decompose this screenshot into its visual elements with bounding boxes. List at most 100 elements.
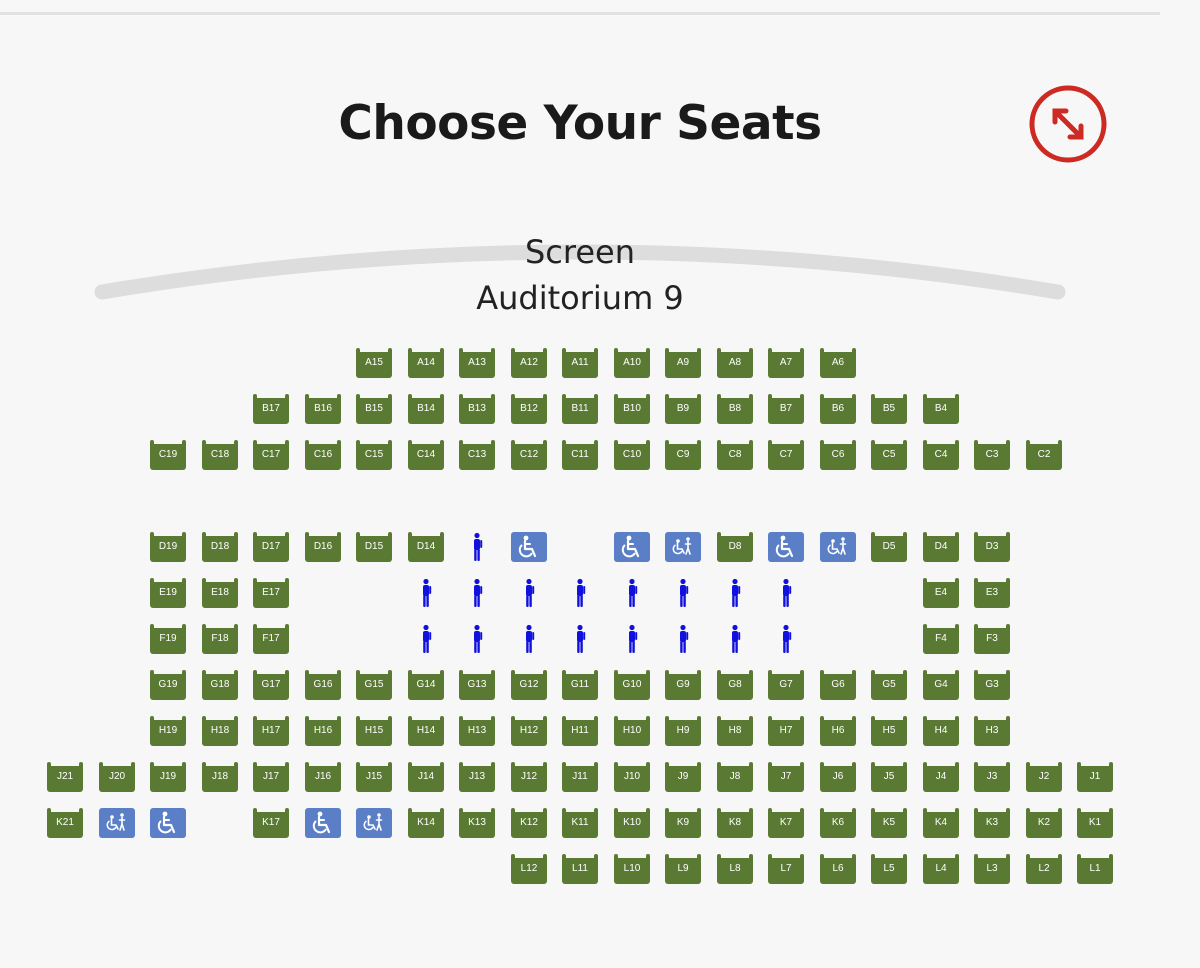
seat-K1[interactable]: K1 — [1077, 808, 1113, 838]
seat-D15[interactable]: D15 — [356, 532, 392, 562]
seat-L6[interactable]: L6 — [820, 854, 856, 884]
seat-J19[interactable]: J19 — [150, 762, 186, 792]
seat-D4[interactable]: D4 — [923, 532, 959, 562]
seat-K3[interactable]: K3 — [974, 808, 1010, 838]
seat-G5[interactable]: G5 — [871, 670, 907, 700]
seat-L2[interactable]: L2 — [1026, 854, 1062, 884]
seat-H14[interactable]: H14 — [408, 716, 444, 746]
seat-J11[interactable]: J11 — [562, 762, 598, 792]
seat-G19[interactable]: G19 — [150, 670, 186, 700]
seat-H6[interactable]: H6 — [820, 716, 856, 746]
seat-J21[interactable]: J21 — [47, 762, 83, 792]
seat-A13[interactable]: A13 — [459, 348, 495, 378]
seat-H7[interactable]: H7 — [768, 716, 804, 746]
seat-J3[interactable]: J3 — [974, 762, 1010, 792]
seat-C13[interactable]: C13 — [459, 440, 495, 470]
seat-J4[interactable]: J4 — [923, 762, 959, 792]
seat-G3[interactable]: G3 — [974, 670, 1010, 700]
seat-A12[interactable]: A12 — [511, 348, 547, 378]
wheelchair-seat-D[interactable] — [614, 532, 650, 562]
seat-C5[interactable]: C5 — [871, 440, 907, 470]
seat-J13[interactable]: J13 — [459, 762, 495, 792]
seat-J12[interactable]: J12 — [511, 762, 547, 792]
seat-H18[interactable]: H18 — [202, 716, 238, 746]
seat-K14[interactable]: K14 — [408, 808, 444, 838]
seat-B14[interactable]: B14 — [408, 394, 444, 424]
seat-J9[interactable]: J9 — [665, 762, 701, 792]
seat-D17[interactable]: D17 — [253, 532, 289, 562]
wheelchair-seat-D[interactable] — [511, 532, 547, 562]
wheelchair-seat-D[interactable] — [768, 532, 804, 562]
seat-C11[interactable]: C11 — [562, 440, 598, 470]
seat-L12[interactable]: L12 — [511, 854, 547, 884]
seat-B16[interactable]: B16 — [305, 394, 341, 424]
seat-K6[interactable]: K6 — [820, 808, 856, 838]
seat-E17[interactable]: E17 — [253, 578, 289, 608]
seat-C19[interactable]: C19 — [150, 440, 186, 470]
seat-B9[interactable]: B9 — [665, 394, 701, 424]
wheelchair-seat-K[interactable] — [150, 808, 186, 838]
seat-G18[interactable]: G18 — [202, 670, 238, 700]
seat-E4[interactable]: E4 — [923, 578, 959, 608]
seat-L7[interactable]: L7 — [768, 854, 804, 884]
seat-J1[interactable]: J1 — [1077, 762, 1113, 792]
seat-J14[interactable]: J14 — [408, 762, 444, 792]
seat-H12[interactable]: H12 — [511, 716, 547, 746]
seat-A7[interactable]: A7 — [768, 348, 804, 378]
seat-L5[interactable]: L5 — [871, 854, 907, 884]
seat-G7[interactable]: G7 — [768, 670, 804, 700]
seat-C4[interactable]: C4 — [923, 440, 959, 470]
seat-F4[interactable]: F4 — [923, 624, 959, 654]
seat-H17[interactable]: H17 — [253, 716, 289, 746]
seat-C2[interactable]: C2 — [1026, 440, 1062, 470]
seat-G15[interactable]: G15 — [356, 670, 392, 700]
seat-G16[interactable]: G16 — [305, 670, 341, 700]
seat-E18[interactable]: E18 — [202, 578, 238, 608]
seat-J8[interactable]: J8 — [717, 762, 753, 792]
companion-seat-K[interactable] — [356, 808, 392, 838]
seat-K8[interactable]: K8 — [717, 808, 753, 838]
seat-C16[interactable]: C16 — [305, 440, 341, 470]
seat-A9[interactable]: A9 — [665, 348, 701, 378]
companion-seat-D[interactable] — [820, 532, 856, 562]
seat-K17[interactable]: K17 — [253, 808, 289, 838]
seat-D8[interactable]: D8 — [717, 532, 753, 562]
seat-J17[interactable]: J17 — [253, 762, 289, 792]
seat-A6[interactable]: A6 — [820, 348, 856, 378]
seat-B5[interactable]: B5 — [871, 394, 907, 424]
seat-A10[interactable]: A10 — [614, 348, 650, 378]
seat-J20[interactable]: J20 — [99, 762, 135, 792]
seat-G6[interactable]: G6 — [820, 670, 856, 700]
seat-G14[interactable]: G14 — [408, 670, 444, 700]
seat-B10[interactable]: B10 — [614, 394, 650, 424]
seat-C15[interactable]: C15 — [356, 440, 392, 470]
seat-D18[interactable]: D18 — [202, 532, 238, 562]
seat-L11[interactable]: L11 — [562, 854, 598, 884]
seat-H13[interactable]: H13 — [459, 716, 495, 746]
seat-B7[interactable]: B7 — [768, 394, 804, 424]
wheelchair-seat-K[interactable] — [305, 808, 341, 838]
seat-C8[interactable]: C8 — [717, 440, 753, 470]
seat-L10[interactable]: L10 — [614, 854, 650, 884]
seat-G8[interactable]: G8 — [717, 670, 753, 700]
seat-A11[interactable]: A11 — [562, 348, 598, 378]
seat-J5[interactable]: J5 — [871, 762, 907, 792]
seat-L8[interactable]: L8 — [717, 854, 753, 884]
seat-H11[interactable]: H11 — [562, 716, 598, 746]
seat-C17[interactable]: C17 — [253, 440, 289, 470]
seat-H3[interactable]: H3 — [974, 716, 1010, 746]
seat-H15[interactable]: H15 — [356, 716, 392, 746]
companion-seat-K[interactable] — [99, 808, 135, 838]
seat-A14[interactable]: A14 — [408, 348, 444, 378]
seat-G4[interactable]: G4 — [923, 670, 959, 700]
seat-J18[interactable]: J18 — [202, 762, 238, 792]
seat-A15[interactable]: A15 — [356, 348, 392, 378]
seat-D3[interactable]: D3 — [974, 532, 1010, 562]
seat-F19[interactable]: F19 — [150, 624, 186, 654]
seat-K13[interactable]: K13 — [459, 808, 495, 838]
seat-H8[interactable]: H8 — [717, 716, 753, 746]
companion-seat-D[interactable] — [665, 532, 701, 562]
seat-G10[interactable]: G10 — [614, 670, 650, 700]
seat-J2[interactable]: J2 — [1026, 762, 1062, 792]
seat-B17[interactable]: B17 — [253, 394, 289, 424]
